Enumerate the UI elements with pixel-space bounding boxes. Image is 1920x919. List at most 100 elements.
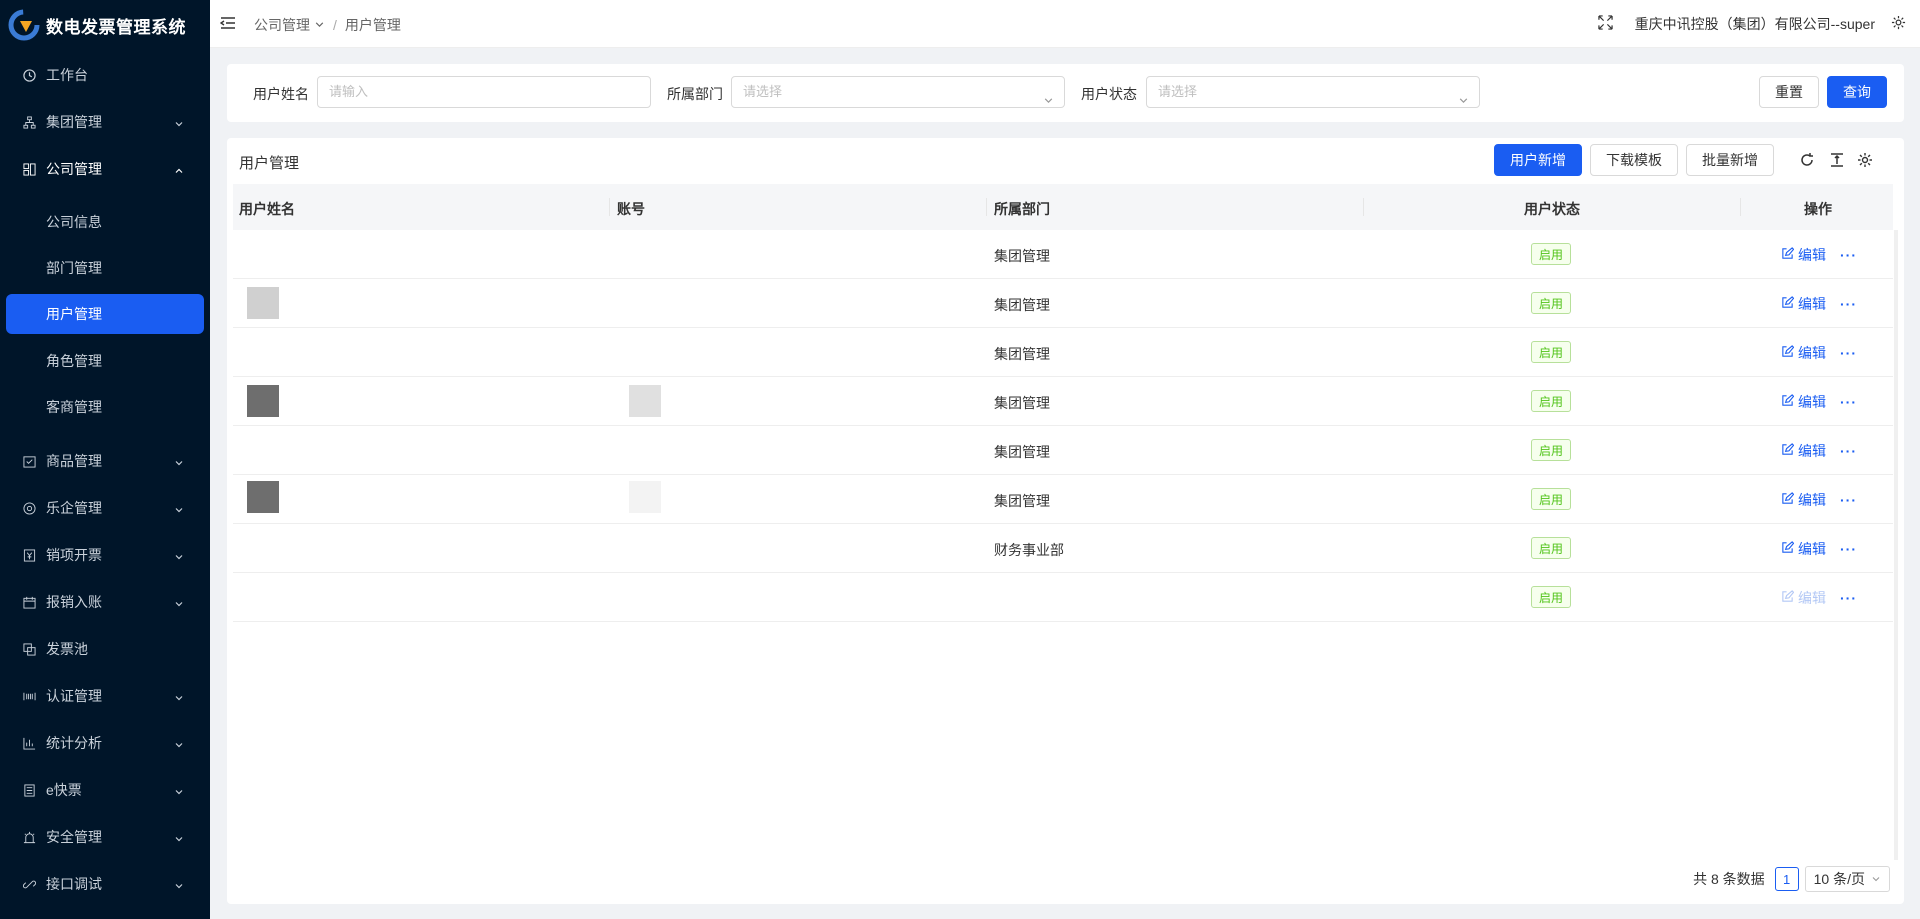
column-divider xyxy=(609,198,610,216)
department-select[interactable]: 请选择 xyxy=(731,76,1065,108)
filter-bar: 用户姓名 请输入 所属部门 请选择 用户状态 请选择 重置 查询 xyxy=(227,64,1904,122)
edit-button[interactable]: 编辑 xyxy=(1798,392,1826,412)
sub-item-merchant-mgmt[interactable]: 客商管理 xyxy=(0,387,210,427)
download-template-button[interactable]: 下载模板 xyxy=(1590,144,1678,176)
add-user-button[interactable]: 用户新增 xyxy=(1494,144,1582,176)
row-actions: 编辑 ··· xyxy=(1781,294,1857,314)
gear-icon[interactable] xyxy=(1891,15,1906,33)
brand[interactable]: 数电发票管理系统 xyxy=(0,0,210,50)
table-row: 集团管理 启用 编辑 ··· xyxy=(233,475,1893,524)
company-user-name[interactable]: 重庆中讯控股（集团）有限公司--super xyxy=(1635,14,1875,34)
avatar xyxy=(247,287,279,319)
more-actions-icon[interactable]: ··· xyxy=(1840,443,1857,459)
table-row: 集团管理 启用 编辑 ··· xyxy=(233,426,1893,475)
sub-item-user-mgmt[interactable]: 用户管理 xyxy=(6,294,204,334)
menu-label: 工作台 xyxy=(46,67,88,83)
menu-item-statistics[interactable]: 统计分析 xyxy=(0,723,210,763)
table-row: 集团管理 启用 编辑 ··· xyxy=(233,279,1893,328)
col-status: 用户状态 xyxy=(1524,201,1580,217)
sub-item-company-info[interactable]: 公司信息 xyxy=(0,202,210,242)
menu-item-invoice-pool[interactable]: 发票池 xyxy=(0,629,210,669)
breadcrumb-company[interactable]: 公司管理 xyxy=(254,15,310,35)
page-number-button[interactable]: 1 xyxy=(1774,867,1799,891)
link-icon xyxy=(22,877,36,891)
page-size-label: 10 条/页 xyxy=(1813,871,1865,887)
menu-item-workbench[interactable]: 工作台 xyxy=(0,55,210,95)
more-actions-icon[interactable]: ··· xyxy=(1840,394,1857,410)
org-icon xyxy=(22,115,36,129)
menu-fold-icon[interactable] xyxy=(219,15,236,34)
sub-item-dept-mgmt[interactable]: 部门管理 xyxy=(0,248,210,288)
menu-item-api-debug[interactable]: 接口调试 xyxy=(0,864,210,904)
row-actions: 编辑 ··· xyxy=(1781,245,1857,265)
table-title: 用户管理 xyxy=(239,155,300,172)
sub-item-role-mgmt[interactable]: 角色管理 xyxy=(0,341,210,381)
total-count: 共 8 条数据 xyxy=(1693,871,1765,887)
row-actions: 编辑 ··· xyxy=(1781,392,1857,412)
table-row: 集团管理 启用 编辑 ··· xyxy=(233,328,1893,377)
more-actions-icon[interactable]: ··· xyxy=(1840,590,1857,606)
filter-dept-label: 所属部门 xyxy=(667,86,723,102)
row-department: 集团管理 xyxy=(994,346,1050,362)
page-size-select[interactable]: 10 条/页 xyxy=(1804,866,1890,892)
status-badge: 启用 xyxy=(1531,537,1571,559)
more-actions-icon[interactable]: ··· xyxy=(1840,296,1857,312)
bar-chart-icon xyxy=(22,736,36,750)
edit-button[interactable]: 编辑 xyxy=(1798,490,1826,510)
edit-icon xyxy=(1781,590,1795,606)
batch-add-button[interactable]: 批量新增 xyxy=(1686,144,1774,176)
menu-label: 接口调试 xyxy=(46,876,102,892)
user-table-card: 用户管理 用户新增 下载模板 批量新增 用户姓名 账号 所属部门 用户状态 操作… xyxy=(227,138,1904,904)
more-actions-icon[interactable]: ··· xyxy=(1840,492,1857,508)
status-badge: 启用 xyxy=(1531,341,1571,363)
menu-item-certification[interactable]: 认证管理 xyxy=(0,676,210,716)
refresh-icon[interactable] xyxy=(1797,150,1817,170)
document-icon xyxy=(22,783,36,797)
menu-item-e-kuaipiao[interactable]: e快票 xyxy=(0,770,210,810)
column-height-icon[interactable] xyxy=(1827,150,1847,170)
barcode-icon xyxy=(22,689,36,703)
chevron-down-icon xyxy=(1458,87,1469,117)
avatar xyxy=(247,481,279,513)
checklist-icon xyxy=(22,454,36,468)
status-badge: 启用 xyxy=(1531,586,1571,608)
edit-icon xyxy=(1781,345,1795,361)
username-input[interactable]: 请输入 xyxy=(317,76,651,108)
table-header: 用户姓名 账号 所属部门 用户状态 操作 xyxy=(233,184,1893,230)
more-actions-icon[interactable]: ··· xyxy=(1840,247,1857,263)
table-scrollbar[interactable] xyxy=(1894,230,1898,860)
menu-item-sales-invoice[interactable]: 销项开票 xyxy=(0,535,210,575)
edit-button[interactable]: 编辑 xyxy=(1798,343,1826,363)
row-department: 财务事业部 xyxy=(994,542,1064,558)
fullscreen-icon[interactable] xyxy=(1597,15,1613,33)
chevron-down-icon xyxy=(174,784,184,800)
menu-item-leqi[interactable]: 乐企管理 xyxy=(0,488,210,528)
menu-label: 销项开票 xyxy=(46,547,102,563)
edit-icon xyxy=(1781,492,1795,508)
menu-item-group[interactable]: 集团管理 xyxy=(0,102,210,142)
query-button[interactable]: 查询 xyxy=(1827,76,1887,108)
status-select[interactable]: 请选择 xyxy=(1146,76,1480,108)
reset-button[interactable]: 重置 xyxy=(1759,76,1819,108)
settings-gear-icon[interactable] xyxy=(1855,150,1875,170)
edit-button[interactable]: 编辑 xyxy=(1798,245,1826,265)
edit-button[interactable]: 编辑 xyxy=(1798,539,1826,559)
status-placeholder: 请选择 xyxy=(1158,84,1198,99)
col-username: 用户姓名 xyxy=(239,201,295,217)
edit-button[interactable]: 编辑 xyxy=(1798,441,1826,461)
more-actions-icon[interactable]: ··· xyxy=(1840,345,1857,361)
menu-label: 报销入账 xyxy=(46,594,102,610)
department-placeholder: 请选择 xyxy=(743,84,783,99)
more-actions-icon[interactable]: ··· xyxy=(1840,541,1857,557)
row-actions: 编辑 ··· xyxy=(1781,539,1857,559)
chevron-up-icon xyxy=(174,163,184,179)
row-department: 集团管理 xyxy=(994,395,1050,411)
status-badge: 启用 xyxy=(1531,439,1571,461)
header-right: 重庆中讯控股（集团）有限公司--super xyxy=(1597,14,1906,34)
menu-item-company[interactable]: 公司管理 xyxy=(0,149,210,189)
edit-icon xyxy=(1781,247,1795,263)
edit-button[interactable]: 编辑 xyxy=(1798,294,1826,314)
menu-item-security[interactable]: 安全管理 xyxy=(0,817,210,857)
menu-item-reimburse[interactable]: 报销入账 xyxy=(0,582,210,622)
menu-item-goods[interactable]: 商品管理 xyxy=(0,441,210,481)
